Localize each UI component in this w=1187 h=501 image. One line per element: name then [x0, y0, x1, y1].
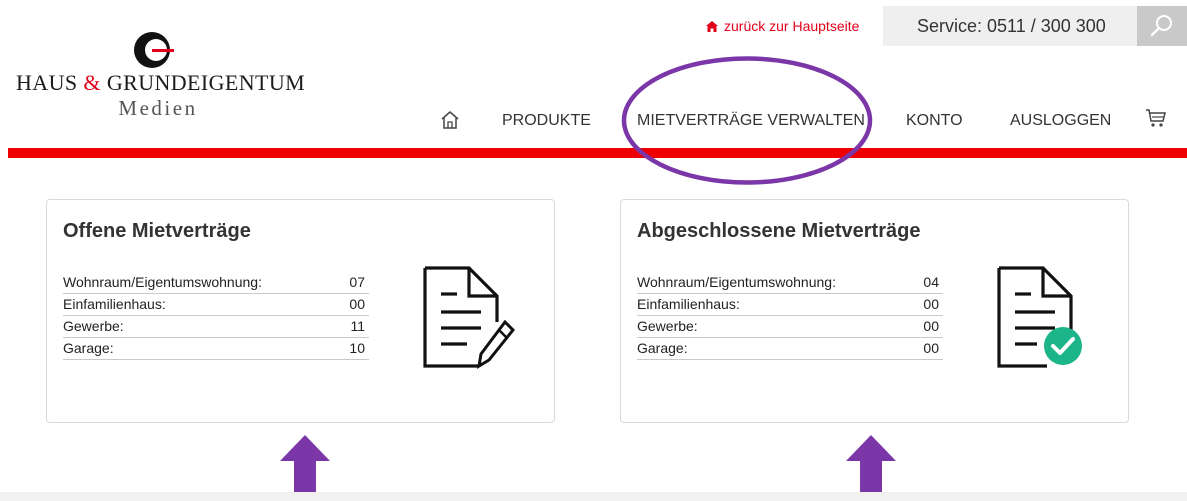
header-divider-bar: [8, 148, 1187, 158]
document-edit-icon: [423, 266, 515, 369]
row-value: 00: [923, 318, 939, 334]
home-icon: [706, 21, 718, 32]
brand-logo[interactable]: HAUS & GRUNDEIGENTUM Medien: [8, 22, 305, 132]
card-title: Abgeschlossene Mietverträge: [637, 220, 921, 242]
row-label: Einfamilienhaus:: [637, 296, 740, 312]
logo-mark-icon: [134, 32, 174, 68]
table-row: Garage: 10: [63, 338, 369, 360]
up-arrow-annotation-icon: [846, 435, 896, 493]
card-title: Offene Mietverträge: [63, 220, 251, 242]
back-to-main-label: zurück zur Hauptseite: [724, 18, 860, 34]
row-value: 00: [923, 340, 939, 356]
footer-strip: [0, 492, 1187, 501]
table-row: Gewerbe: 00: [637, 316, 943, 338]
nav-produkte[interactable]: PRODUKTE: [502, 112, 591, 130]
table-row: Gewerbe: 11: [63, 316, 369, 338]
row-label: Wohnraum/Eigentumswohnung:: [63, 274, 262, 290]
row-label: Gewerbe:: [637, 318, 698, 334]
document-check-icon: [997, 266, 1082, 368]
row-value: 11: [350, 318, 365, 334]
row-value: 00: [923, 296, 939, 312]
row-value: 04: [923, 274, 939, 290]
contract-count-table: Wohnraum/Eigentumswohnung: 04 Einfamilien…: [637, 272, 943, 360]
row-label: Gewerbe:: [63, 318, 124, 334]
row-value: 07: [349, 274, 365, 290]
nav-konto[interactable]: KONTO: [906, 112, 963, 130]
open-contracts-card[interactable]: Offene Mietverträge Wohnraum/Eigentumswo…: [46, 199, 555, 423]
search-button[interactable]: [1137, 6, 1187, 46]
row-label: Garage:: [63, 340, 114, 356]
row-label: Garage:: [637, 340, 688, 356]
row-label: Wohnraum/Eigentumswohnung:: [637, 274, 836, 290]
completed-contracts-card[interactable]: Abgeschlossene Mietverträge Wohnraum/Eig…: [620, 199, 1129, 423]
search-icon: [1150, 15, 1172, 37]
table-row: Einfamilienhaus: 00: [63, 294, 369, 316]
up-arrow-annotation-icon: [280, 435, 330, 493]
back-to-main-link[interactable]: zurück zur Hauptseite: [706, 18, 859, 34]
cart-icon[interactable]: [1145, 108, 1167, 128]
contract-count-table: Wohnraum/Eigentumswohnung: 07 Einfamilien…: [63, 272, 369, 360]
logo-subline: Medien: [118, 96, 198, 120]
service-hotline: Service: 0511 / 300 300: [883, 6, 1137, 46]
logo-wordmark: HAUS & GRUNDEIGENTUM: [16, 70, 306, 95]
table-row: Einfamilienhaus: 00: [637, 294, 943, 316]
table-row: Wohnraum/Eigentumswohnung: 07: [63, 272, 369, 294]
highlight-ellipse: [621, 56, 873, 185]
nav-home-icon[interactable]: [440, 110, 460, 130]
table-row: Garage: 00: [637, 338, 943, 360]
row-value: 00: [349, 296, 365, 312]
row-label: Einfamilienhaus:: [63, 296, 166, 312]
nav-ausloggen[interactable]: AUSLOGGEN: [1010, 112, 1111, 130]
table-row: Wohnraum/Eigentumswohnung: 04: [637, 272, 943, 294]
row-value: 10: [349, 340, 365, 356]
